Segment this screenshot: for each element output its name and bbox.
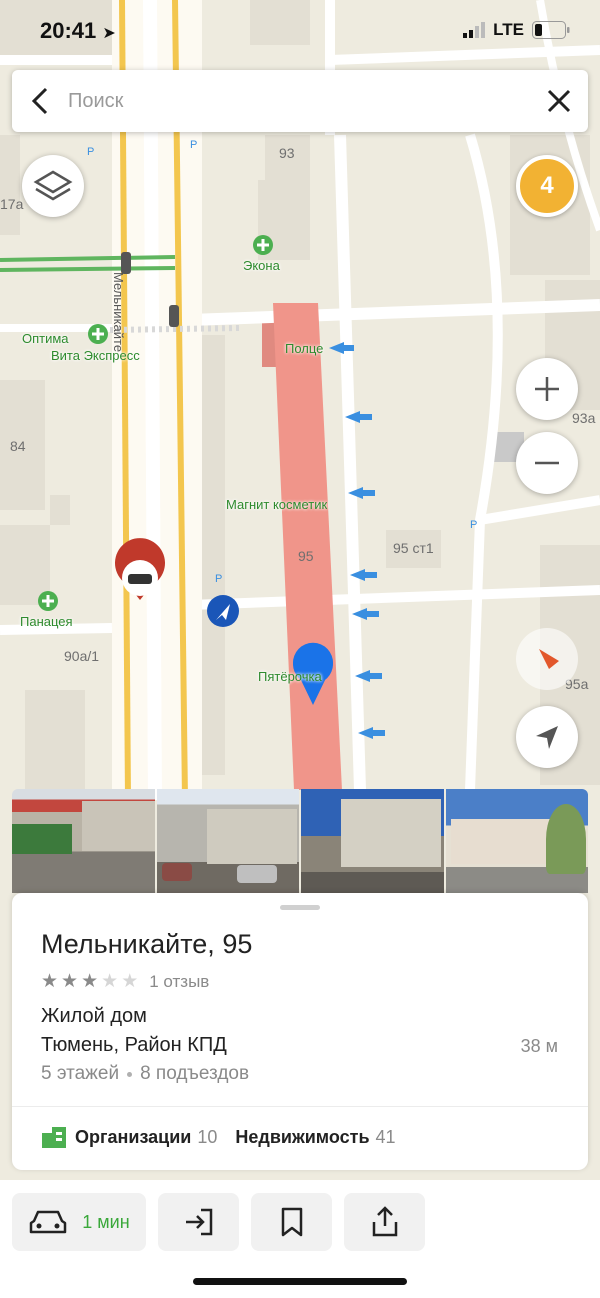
share-button[interactable] bbox=[344, 1193, 425, 1251]
bottom-toolbar: 1 мин bbox=[0, 1180, 600, 1298]
svg-text:P: P bbox=[215, 573, 222, 585]
route-button[interactable]: 1 мин bbox=[12, 1193, 146, 1251]
photo-thumbnail[interactable] bbox=[12, 789, 155, 893]
navigation-arrow-icon bbox=[536, 726, 558, 749]
chevron-left-icon bbox=[31, 87, 48, 115]
place-card[interactable]: Мельникайте, 95 ★ ★ ★ ★ ★ 1 отзыв Жилой … bbox=[12, 893, 588, 1170]
svg-text:P: P bbox=[190, 139, 197, 151]
share-icon bbox=[372, 1206, 397, 1237]
entrance-icon bbox=[185, 1208, 212, 1236]
bookmark-button[interactable] bbox=[251, 1193, 332, 1251]
zoom-in-button[interactable] bbox=[516, 358, 578, 420]
house-number: 90а/1 bbox=[64, 648, 100, 664]
bookmark-icon bbox=[281, 1207, 302, 1237]
entrance-button[interactable] bbox=[158, 1193, 239, 1251]
realty-link[interactable]: Недвижимость 41 bbox=[235, 1127, 395, 1148]
street-label: Мельникайте bbox=[111, 272, 126, 353]
poi-label[interactable]: Полце bbox=[285, 341, 323, 356]
building-meta: 5 этажей 8 подъездов bbox=[41, 1063, 249, 1085]
house-number: 93 bbox=[279, 145, 295, 161]
clear-button[interactable] bbox=[530, 70, 588, 132]
house-number: 95 ст1 bbox=[393, 540, 434, 556]
divider bbox=[12, 1106, 588, 1107]
location-arrow-icon: ➤ bbox=[102, 25, 116, 42]
minus-icon bbox=[535, 461, 559, 465]
svg-text:P: P bbox=[87, 146, 94, 158]
star-icon: ★ bbox=[101, 971, 119, 992]
photo-thumbnail[interactable] bbox=[301, 789, 444, 893]
poi-label[interactable]: Магнит косметик bbox=[226, 497, 327, 512]
route-time: 1 мин bbox=[82, 1211, 130, 1232]
signal-icon bbox=[463, 22, 486, 38]
floors-count: 5 этажей bbox=[41, 1063, 120, 1084]
place-distance: 38 м bbox=[520, 1036, 558, 1056]
zoom-out-button[interactable] bbox=[516, 432, 578, 494]
layers-button[interactable] bbox=[22, 155, 84, 217]
poi-label[interactable]: Оптима bbox=[22, 331, 69, 346]
svg-text:P: P bbox=[470, 519, 477, 531]
poi-label[interactable]: Экона bbox=[243, 258, 280, 273]
star-icon: ★ bbox=[81, 971, 99, 992]
house-number: 84 bbox=[10, 438, 26, 454]
house-number: 93а bbox=[572, 410, 596, 426]
organizations-count: 10 bbox=[197, 1126, 218, 1147]
organizations-link[interactable]: Организации 10 bbox=[75, 1127, 217, 1148]
poi-label[interactable]: Панацея bbox=[20, 614, 73, 629]
reviews-count[interactable]: 1 отзыв bbox=[149, 972, 209, 992]
place-address: Тюмень, Район КПД bbox=[41, 1034, 227, 1056]
back-button[interactable] bbox=[12, 70, 68, 132]
search-input[interactable] bbox=[68, 89, 530, 113]
place-title: Мельникайте, 95 bbox=[41, 929, 253, 959]
poi-cluster-badge[interactable]: 4 bbox=[516, 155, 578, 217]
status-indicators: LTE bbox=[463, 20, 570, 40]
entrances-count: 8 подъездов bbox=[140, 1063, 250, 1084]
organizations-label: Организации bbox=[75, 1126, 192, 1147]
building-icon bbox=[42, 1127, 66, 1148]
my-location-button[interactable] bbox=[516, 706, 578, 768]
status-time: 20:41 ➤ bbox=[40, 18, 116, 43]
network-type: LTE bbox=[493, 20, 524, 39]
photo-thumbnail[interactable] bbox=[445, 789, 588, 893]
rating[interactable]: ★ ★ ★ ★ ★ 1 отзыв bbox=[41, 972, 209, 992]
compass-button[interactable] bbox=[516, 628, 578, 690]
house-number: 95 bbox=[298, 548, 314, 564]
photo-strip[interactable] bbox=[12, 789, 588, 893]
separator-dot bbox=[127, 1071, 133, 1077]
photo-thumbnail[interactable] bbox=[156, 789, 299, 893]
car-icon bbox=[30, 1210, 67, 1234]
home-indicator[interactable] bbox=[193, 1278, 407, 1285]
realty-count: 41 bbox=[375, 1126, 396, 1147]
sheet-grabber[interactable] bbox=[280, 905, 320, 910]
star-icon: ★ bbox=[41, 971, 59, 992]
layers-icon bbox=[33, 170, 73, 201]
realty-label: Недвижимость bbox=[235, 1126, 370, 1147]
battery-icon bbox=[532, 21, 570, 39]
status-bar: 20:41 ➤ LTE bbox=[0, 0, 600, 64]
house-number: 17а bbox=[0, 196, 24, 212]
poi-label[interactable]: Вита Экспресс bbox=[51, 348, 140, 363]
place-type: Жилой дом bbox=[41, 1005, 147, 1027]
poi-label[interactable]: Пятёрочка bbox=[258, 669, 322, 684]
star-icon: ★ bbox=[121, 971, 139, 992]
star-icon: ★ bbox=[61, 971, 79, 992]
close-icon bbox=[547, 89, 571, 113]
card-links: Организации 10 Недвижимость 41 bbox=[41, 1125, 396, 1149]
plus-icon bbox=[535, 377, 559, 401]
search-bar bbox=[12, 70, 588, 132]
compass-icon bbox=[539, 649, 559, 669]
